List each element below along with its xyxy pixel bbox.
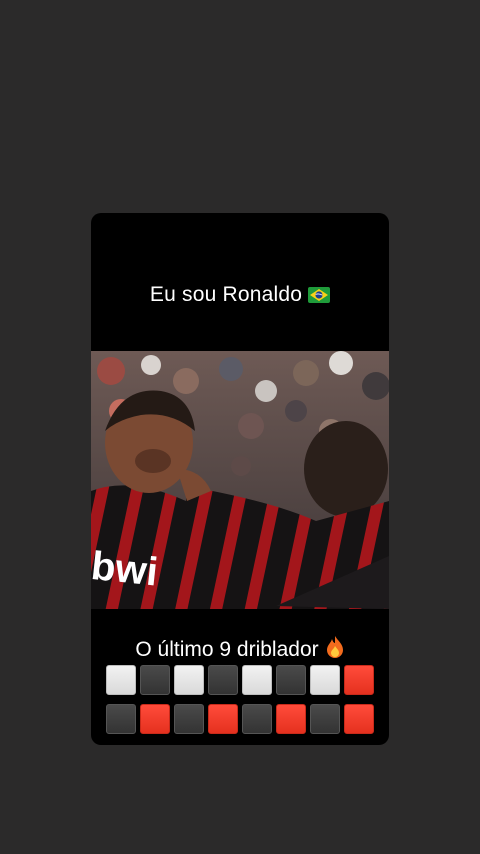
white-square-tile [106, 665, 136, 695]
brazil-flag-icon [308, 285, 331, 309]
gray-square-tile [310, 704, 340, 734]
white-square-tile [310, 665, 340, 695]
svg-text:bwi: bwi [91, 544, 160, 595]
gray-square-tile [242, 704, 272, 734]
video-still: bwi [91, 351, 389, 609]
post-card[interactable]: Eu sou Ronaldo bwi O último 9 driblador [91, 213, 389, 745]
red-square-tile [140, 704, 170, 734]
white-square-tile [242, 665, 272, 695]
gray-square-tile [276, 665, 306, 695]
gray-square-tile [140, 665, 170, 695]
bottom-caption-text: O último 9 driblador [135, 638, 319, 661]
white-square-tile [174, 665, 204, 695]
fire-icon [325, 635, 345, 665]
story-screen: Eu sou Ronaldo bwi O último 9 driblador [0, 0, 480, 854]
bottom-caption: O último 9 driblador [91, 635, 389, 665]
video-frame[interactable]: bwi [91, 351, 389, 609]
top-caption: Eu sou Ronaldo [91, 283, 389, 309]
gray-square-tile [174, 704, 204, 734]
red-square-tile [276, 704, 306, 734]
emoji-grid-row-1 [106, 665, 374, 695]
top-caption-text: Eu sou Ronaldo [149, 283, 303, 306]
gray-square-tile [106, 704, 136, 734]
emoji-grid-row-2 [106, 704, 374, 734]
red-square-tile [344, 665, 374, 695]
gray-square-tile [208, 665, 238, 695]
red-square-tile [344, 704, 374, 734]
red-square-tile [208, 704, 238, 734]
